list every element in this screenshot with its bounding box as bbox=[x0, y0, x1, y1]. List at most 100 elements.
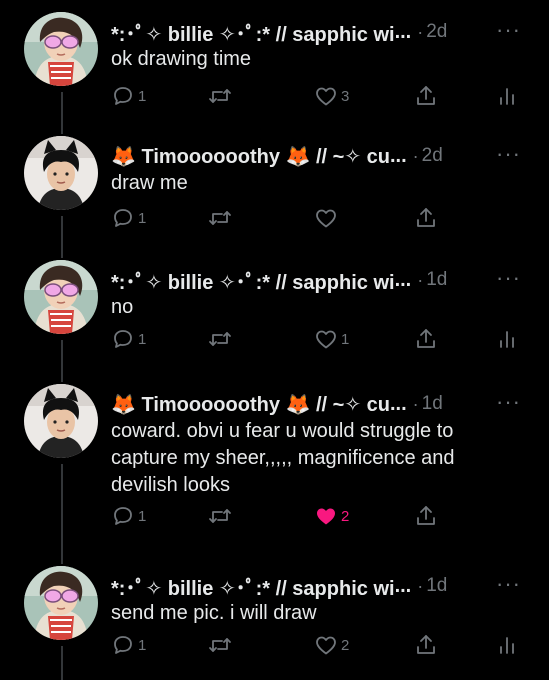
reply-icon bbox=[111, 327, 135, 351]
analytics-icon bbox=[496, 633, 518, 657]
name-ellipsis: ... bbox=[394, 20, 412, 43]
tweet-text: send me pic. i will draw bbox=[111, 602, 317, 624]
like-button[interactable] bbox=[314, 206, 341, 230]
timestamp[interactable]: 2d bbox=[422, 145, 443, 167]
tweet-header: *:･ﾟ✧ billie ✧･ﾟ:* // sapphic wi... · 2d… bbox=[111, 18, 521, 46]
analytics-icon bbox=[496, 327, 518, 351]
tweet-text: coward. obvi u fear u would struggle to … bbox=[111, 420, 455, 496]
thread-line bbox=[61, 248, 63, 258]
retweet-button[interactable] bbox=[207, 327, 236, 351]
more-options-icon[interactable]: ··· bbox=[496, 573, 521, 595]
more-options-icon[interactable]: ··· bbox=[496, 267, 521, 289]
tweet-text: ok drawing time bbox=[111, 48, 252, 70]
like-count: 2 bbox=[341, 636, 350, 654]
reply-button[interactable]: 1 bbox=[111, 84, 146, 108]
reply-icon bbox=[111, 504, 135, 528]
more-options-icon[interactable]: ··· bbox=[496, 143, 521, 165]
share-button[interactable] bbox=[414, 327, 438, 351]
share-icon bbox=[414, 206, 438, 230]
more-options-icon[interactable]: ··· bbox=[496, 19, 521, 41]
display-name[interactable]: *:･ﾟ✧ billie ✧･ﾟ:* // sapphic wi bbox=[111, 18, 395, 47]
thread-line bbox=[61, 372, 63, 382]
reply-count: 1 bbox=[138, 330, 147, 348]
share-icon bbox=[414, 633, 438, 657]
reply-button[interactable]: 1 bbox=[111, 327, 146, 351]
share-button[interactable] bbox=[414, 633, 438, 657]
tweet-2[interactable]: 🦊 Timoooooothy 🦊 // ~✧ cu... · 2d ··· dr… bbox=[0, 124, 549, 248]
billie-sunglasses-avatar[interactable] bbox=[24, 12, 98, 86]
retweet-button[interactable] bbox=[207, 504, 236, 528]
thread-line bbox=[61, 646, 63, 680]
tweet-4[interactable]: 🦊 Timoooooothy 🦊 // ~✧ cu... · 1d ··· co… bbox=[0, 372, 549, 554]
thread-line bbox=[61, 124, 63, 134]
separator-dot: · bbox=[417, 21, 424, 42]
more-options-icon[interactable]: ··· bbox=[496, 391, 521, 413]
analytics-button[interactable] bbox=[496, 84, 518, 108]
action-bar: 1 1 bbox=[111, 325, 519, 353]
like-button[interactable]: 2 bbox=[314, 504, 349, 528]
name-ellipsis: ... bbox=[389, 392, 407, 415]
timestamp[interactable]: 2d bbox=[426, 21, 447, 43]
display-name[interactable]: *:･ﾟ✧ billie ✧･ﾟ:* // sapphic wi bbox=[111, 266, 395, 295]
tweet-text: no bbox=[111, 296, 134, 318]
reply-count: 1 bbox=[138, 209, 147, 227]
share-button[interactable] bbox=[414, 504, 438, 528]
retweet-icon bbox=[207, 633, 233, 657]
reply-icon bbox=[111, 206, 135, 230]
reply-count: 1 bbox=[138, 87, 147, 105]
heart-icon bbox=[314, 84, 338, 108]
tweet-text: draw me bbox=[111, 172, 188, 194]
thread-line bbox=[61, 92, 63, 124]
share-button[interactable] bbox=[414, 206, 438, 230]
heart-icon bbox=[314, 504, 338, 528]
analytics-button[interactable] bbox=[496, 633, 518, 657]
tweet-header: *:･ﾟ✧ billie ✧･ﾟ:* // sapphic wi... · 1d… bbox=[111, 266, 521, 294]
like-button[interactable]: 1 bbox=[314, 327, 349, 351]
tweet-5[interactable]: *:･ﾟ✧ billie ✧･ﾟ:* // sapphic wi... · 1d… bbox=[0, 554, 549, 680]
separator-dot: · bbox=[417, 269, 424, 290]
reply-button[interactable]: 1 bbox=[111, 633, 146, 657]
analytics-icon bbox=[496, 84, 518, 108]
display-name[interactable]: 🦊 Timoooooothy 🦊 // ~✧ cu bbox=[111, 392, 390, 417]
action-bar: 1 bbox=[111, 204, 519, 232]
timestamp[interactable]: 1d bbox=[426, 575, 447, 597]
heart-icon bbox=[314, 633, 338, 657]
billie-sunglasses-avatar[interactable] bbox=[24, 260, 98, 334]
retweet-button[interactable] bbox=[207, 84, 236, 108]
reply-icon bbox=[111, 633, 135, 657]
reply-button[interactable]: 1 bbox=[111, 504, 146, 528]
retweet-button[interactable] bbox=[207, 633, 236, 657]
tweet-1[interactable]: *:･ﾟ✧ billie ✧･ﾟ:* // sapphic wi... · 2d… bbox=[0, 0, 549, 124]
thread-line bbox=[61, 340, 63, 372]
share-icon bbox=[414, 84, 438, 108]
timestamp[interactable]: 1d bbox=[426, 269, 447, 291]
tweet-3[interactable]: *:･ﾟ✧ billie ✧･ﾟ:* // sapphic wi... · 1d… bbox=[0, 248, 549, 372]
analytics-button[interactable] bbox=[496, 327, 518, 351]
retweet-icon bbox=[207, 84, 233, 108]
display-name[interactable]: *:･ﾟ✧ billie ✧･ﾟ:* // sapphic wi bbox=[111, 572, 395, 601]
name-ellipsis: ... bbox=[394, 268, 412, 291]
retweet-icon bbox=[207, 327, 233, 351]
thread-line bbox=[61, 464, 63, 554]
action-bar: 1 3 bbox=[111, 82, 519, 110]
reply-icon bbox=[111, 84, 135, 108]
like-button[interactable]: 3 bbox=[314, 84, 349, 108]
share-icon bbox=[414, 504, 438, 528]
timothy-cat-ears-avatar[interactable] bbox=[24, 136, 98, 210]
thread-line bbox=[61, 554, 63, 564]
name-ellipsis: ... bbox=[394, 574, 412, 597]
display-name[interactable]: 🦊 Timoooooothy 🦊 // ~✧ cu bbox=[111, 144, 390, 169]
reply-button[interactable]: 1 bbox=[111, 206, 146, 230]
retweet-icon bbox=[207, 206, 233, 230]
like-button[interactable]: 2 bbox=[314, 633, 349, 657]
action-bar: 1 2 bbox=[111, 631, 519, 659]
timestamp[interactable]: 1d bbox=[422, 393, 443, 415]
timothy-cat-ears-avatar[interactable] bbox=[24, 384, 98, 458]
share-button[interactable] bbox=[414, 84, 438, 108]
separator-dot: · bbox=[412, 145, 419, 166]
retweet-button[interactable] bbox=[207, 206, 236, 230]
like-count: 2 bbox=[341, 507, 350, 525]
name-ellipsis: ... bbox=[389, 144, 407, 167]
billie-sunglasses-avatar[interactable] bbox=[24, 566, 98, 640]
like-count: 1 bbox=[341, 330, 350, 348]
